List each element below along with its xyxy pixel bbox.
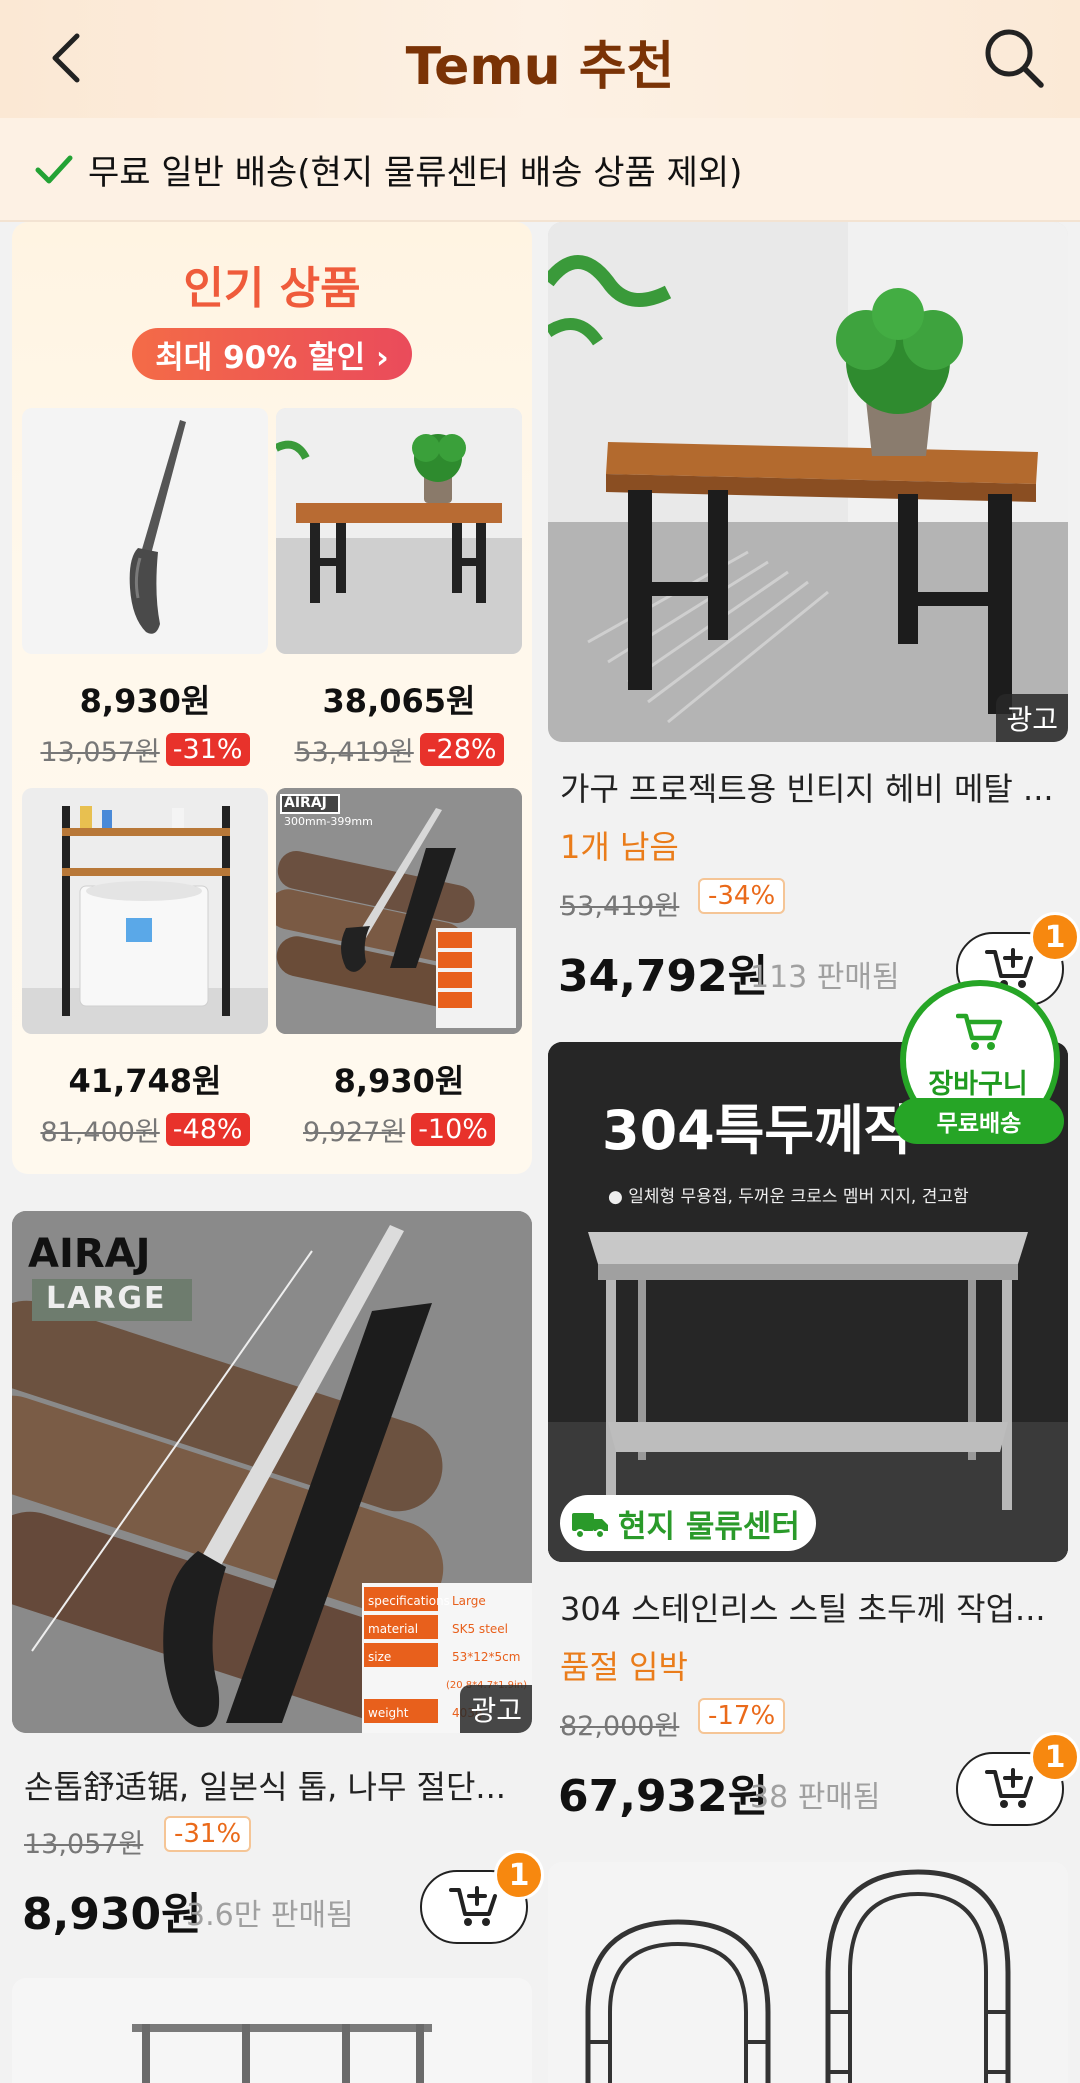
discount-badge: -31%: [165, 733, 250, 766]
cart-count-badge: 1: [494, 1850, 544, 1900]
product-title[interactable]: 304 스테인리스 스틸 초두께 작업...: [560, 1584, 1060, 1630]
product-image[interactable]: [12, 1978, 532, 2083]
cart-count-badge: 1: [1030, 912, 1080, 962]
stock-note: 품절 임박: [560, 1648, 688, 1686]
product-image[interactable]: [548, 1862, 1068, 2083]
search-button[interactable]: [978, 22, 1050, 94]
image-headline: 304특두께작: [602, 1099, 914, 1162]
promo-price: 8,930원: [79, 682, 211, 720]
check-icon: [35, 155, 73, 184]
ad-label: 광고: [460, 1685, 532, 1733]
product-image[interactable]: AIRAJ LARGE specifications Large material…: [12, 1211, 532, 1733]
spec-value: Large: [452, 1594, 486, 1608]
original-price: 82,000원: [560, 1711, 680, 1742]
discount-badge: -48%: [165, 1113, 250, 1146]
sold-count: 38 판매됨: [750, 1780, 881, 1815]
cart-plus-icon: [985, 1768, 1033, 1808]
promo-item[interactable]: 38,065원 53,419원 -28%: [276, 408, 522, 769]
spec-value: 53*12*5cm: [452, 1650, 521, 1664]
discount-badge: -28%: [419, 733, 504, 766]
original-price: 53,419원: [560, 891, 680, 922]
promo-price: 38,065원: [322, 682, 476, 720]
sale-price: 8,930원: [22, 1889, 202, 1940]
sale-price: 34,792원: [558, 951, 769, 1002]
cart-plus-icon: [449, 1886, 497, 1926]
discount-tag: -17%: [698, 1698, 786, 1734]
free-shipping-banner[interactable]: 무료 일반 배송(현지 물류센터 배송 상품 제외): [0, 118, 1080, 222]
discount-tag: -34%: [698, 878, 786, 914]
original-price: 13,057원: [24, 1829, 144, 1860]
top-bar: Temu 추천: [0, 0, 1080, 118]
spec-key: specifications: [368, 1594, 450, 1608]
promo-discount-pill[interactable]: 최대 90% 할인 ›: [132, 328, 412, 380]
promo-price: 41,748원: [68, 1062, 222, 1100]
cart-icon: [956, 1013, 1003, 1050]
sold-count: 113 판매됨: [750, 960, 900, 995]
original-price: 9,927원: [303, 1117, 406, 1148]
discount-badge: -10%: [411, 1113, 495, 1146]
brand-sub-text: LARGE: [46, 1281, 167, 1316]
spec-key: weight: [368, 1706, 409, 1720]
promo-item[interactable]: 8,930원 13,057원 -31%: [22, 408, 268, 769]
image-subtext: ● 일체형 무용접, 두꺼운 크로스 멤버 지지, 견고함: [608, 1187, 969, 1207]
spec-value: SK5 steel: [452, 1622, 508, 1636]
sold-count: 3.6만 판매됨: [186, 1898, 354, 1933]
promo-item[interactable]: AIRAJ 300mm-399mm 8,930원 9,927원 -10%: [276, 788, 522, 1149]
mini-saw-size: 300mm-399mm: [284, 815, 373, 828]
spec-key: size: [368, 1650, 392, 1664]
spec-key: material: [368, 1622, 419, 1636]
product-image: [22, 408, 268, 654]
floating-cart-button[interactable]: 장바구니 무료배송: [892, 980, 1064, 1152]
floating-cart-label: 장바구니: [928, 1069, 1028, 1100]
page-title: Temu 추천: [405, 37, 675, 97]
promo-item[interactable]: 41,748원 81,400원 -48%: [22, 788, 268, 1149]
search-icon: [985, 29, 1044, 88]
promo-title: 인기 상품: [183, 263, 361, 314]
original-price: 13,057원: [40, 737, 160, 768]
product-image: [276, 408, 522, 654]
original-price: 53,419원: [294, 737, 414, 768]
free-shipping-text: 무료 일반 배송(현지 물류센터 배송 상품 제외): [88, 152, 743, 193]
product-title[interactable]: 가구 프로젝트용 빈티지 헤비 메탈 ...: [560, 764, 1060, 810]
stock-note: 1개 남음: [560, 828, 679, 866]
product-image: [22, 788, 268, 1034]
free-shipping-badge: 무료배송: [894, 1098, 1064, 1144]
brand-logo-text: AIRAJ: [28, 1231, 151, 1277]
product-image[interactable]: 광고: [548, 222, 1068, 742]
local-warehouse-tag: 현지 물류센터: [560, 1495, 816, 1551]
product-title[interactable]: 손톱舒适锯, 일본식 톱, 나무 절단...: [24, 1762, 524, 1808]
cart-count-badge: 1: [1030, 1732, 1080, 1782]
ad-label: 광고: [996, 694, 1068, 742]
product-image: AIRAJ 300mm-399mm: [276, 788, 522, 1034]
promo-price: 8,930원: [333, 1062, 465, 1100]
local-warehouse-label: 현지 물류센터: [618, 1508, 800, 1545]
truck-icon: [572, 1513, 608, 1539]
original-price: 81,400원: [40, 1117, 160, 1148]
discount-tag: -31%: [164, 1816, 252, 1852]
sale-price: 67,932원: [558, 1771, 769, 1822]
popular-products-card[interactable]: 인기 상품 최대 90% 할인 › 8,930원 13,057원 -31% 38…: [12, 222, 532, 1174]
mini-saw-brand: AIRAJ: [284, 795, 327, 811]
